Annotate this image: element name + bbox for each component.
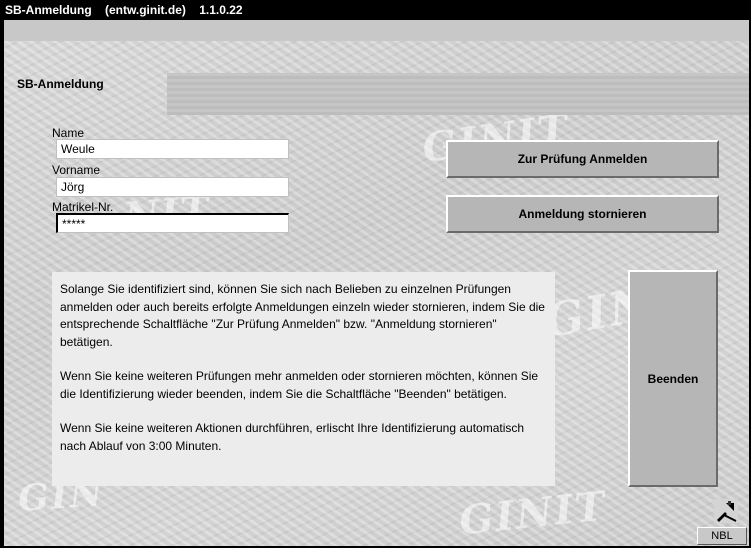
register-exam-button[interactable]: Zur Prüfung Anmelden [446,140,719,178]
client-area: GINIT NIT GINIT GIN GINIT SB-Anmeldung N… [4,20,749,546]
finish-button[interactable]: Beenden [628,270,718,487]
vorname-label: Vorname [52,163,101,177]
top-strip [4,20,749,41]
status-badge: NBL [697,527,747,545]
app-window: SB-Anmeldung (entw.ginit.de) 1.1.0.22 GI… [0,0,751,548]
vorname-field[interactable]: Jörg [56,177,289,197]
window-title: SB-Anmeldung (entw.ginit.de) 1.1.0.22 [1,1,750,20]
matrikel-field[interactable]: ***** [56,213,289,233]
info-paragraph: Wenn Sie keine weiteren Prüfungen mehr a… [60,369,539,401]
section-title: SB-Anmeldung [17,77,104,91]
info-paragraph: Solange Sie identifiziert sind, können S… [60,282,545,349]
matrikel-label: Matrikel-Nr. [52,200,114,214]
name-label: Name [52,126,85,140]
info-panel: Solange Sie identifiziert sind, können S… [52,272,555,486]
info-paragraph: Wenn Sie keine weiteren Aktionen durchfü… [60,421,525,453]
tool-icon[interactable] [714,499,738,523]
header-band [167,73,749,115]
cancel-registration-button[interactable]: Anmeldung stornieren [446,195,719,233]
name-field[interactable]: Weule [56,139,289,159]
